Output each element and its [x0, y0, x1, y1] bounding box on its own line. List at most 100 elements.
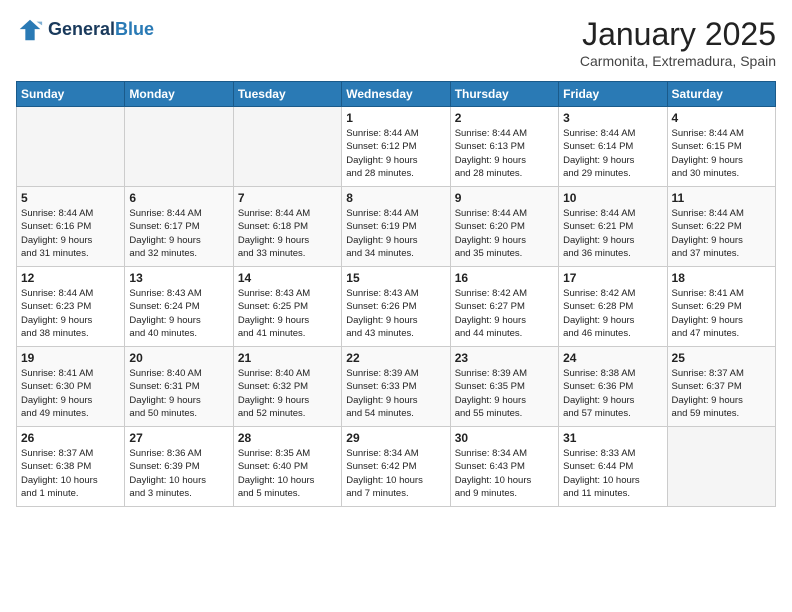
calendar-table: SundayMondayTuesdayWednesdayThursdayFrid…: [16, 81, 776, 507]
day-number: 1: [346, 111, 445, 125]
logo: GeneralBlue: [16, 16, 154, 44]
day-info: Sunrise: 8:33 AM Sunset: 6:44 PM Dayligh…: [563, 447, 662, 500]
day-number: 13: [129, 271, 228, 285]
calendar-cell: 27 Sunrise: 8:36 AM Sunset: 6:39 PM Dayli…: [125, 427, 233, 507]
day-info: Sunrise: 8:34 AM Sunset: 6:43 PM Dayligh…: [455, 447, 554, 500]
day-info: Sunrise: 8:44 AM Sunset: 6:20 PM Dayligh…: [455, 207, 554, 260]
day-info: Sunrise: 8:36 AM Sunset: 6:39 PM Dayligh…: [129, 447, 228, 500]
calendar-week-5: 26 Sunrise: 8:37 AM Sunset: 6:38 PM Dayli…: [17, 427, 776, 507]
calendar-cell: 20Sunrise: 8:40 AM Sunset: 6:31 PM Dayli…: [125, 347, 233, 427]
col-header-sunday: Sunday: [17, 82, 125, 107]
day-info: Sunrise: 8:44 AM Sunset: 6:16 PM Dayligh…: [21, 207, 120, 260]
day-info: Sunrise: 8:35 AM Sunset: 6:40 PM Dayligh…: [238, 447, 337, 500]
day-number: 25: [672, 351, 771, 365]
calendar-week-3: 12 Sunrise: 8:44 AM Sunset: 6:23 PM Dayli…: [17, 267, 776, 347]
day-info: Sunrise: 8:44 AM Sunset: 6:23 PM Dayligh…: [21, 287, 120, 340]
day-number: 27: [129, 431, 228, 445]
day-number: 29: [346, 431, 445, 445]
day-number: 11: [672, 191, 771, 205]
calendar-cell: 23Sunrise: 8:39 AM Sunset: 6:35 PM Dayli…: [450, 347, 558, 427]
day-number: 16: [455, 271, 554, 285]
calendar-cell: 28 Sunrise: 8:35 AM Sunset: 6:40 PM Dayli…: [233, 427, 341, 507]
day-number: 6: [129, 191, 228, 205]
calendar-cell: [125, 107, 233, 187]
calendar-cell: 5 Sunrise: 8:44 AM Sunset: 6:16 PM Daylig…: [17, 187, 125, 267]
title-block: January 2025 Carmonita, Extremadura, Spa…: [580, 16, 776, 69]
day-number: 8: [346, 191, 445, 205]
calendar-cell: 31 Sunrise: 8:33 AM Sunset: 6:44 PM Dayli…: [559, 427, 667, 507]
day-number: 21: [238, 351, 337, 365]
day-number: 10: [563, 191, 662, 205]
day-number: 5: [21, 191, 120, 205]
day-info: Sunrise: 8:44 AM Sunset: 6:17 PM Dayligh…: [129, 207, 228, 260]
col-header-tuesday: Tuesday: [233, 82, 341, 107]
day-info: Sunrise: 8:38 AM Sunset: 6:36 PM Dayligh…: [563, 367, 662, 420]
day-number: 17: [563, 271, 662, 285]
day-number: 2: [455, 111, 554, 125]
day-number: 26: [21, 431, 120, 445]
day-number: 31: [563, 431, 662, 445]
day-info: Sunrise: 8:44 AM Sunset: 6:21 PM Dayligh…: [563, 207, 662, 260]
day-info: Sunrise: 8:42 AM Sunset: 6:27 PM Dayligh…: [455, 287, 554, 340]
calendar-cell: 10 Sunrise: 8:44 AM Sunset: 6:21 PM Dayli…: [559, 187, 667, 267]
calendar-cell: 4 Sunrise: 8:44 AM Sunset: 6:15 PM Daylig…: [667, 107, 775, 187]
day-number: 24: [563, 351, 662, 365]
day-info: Sunrise: 8:44 AM Sunset: 6:14 PM Dayligh…: [563, 127, 662, 180]
day-number: 15: [346, 271, 445, 285]
calendar-cell: 15 Sunrise: 8:43 AM Sunset: 6:26 PM Dayli…: [342, 267, 450, 347]
day-info: Sunrise: 8:37 AM Sunset: 6:38 PM Dayligh…: [21, 447, 120, 500]
calendar-week-4: 19 Sunrise: 8:41 AM Sunset: 6:30 PM Dayli…: [17, 347, 776, 427]
calendar-cell: 12 Sunrise: 8:44 AM Sunset: 6:23 PM Dayli…: [17, 267, 125, 347]
day-info: Sunrise: 8:41 AM Sunset: 6:30 PM Dayligh…: [21, 367, 120, 420]
col-header-thursday: Thursday: [450, 82, 558, 107]
calendar-week-2: 5 Sunrise: 8:44 AM Sunset: 6:16 PM Daylig…: [17, 187, 776, 267]
day-number: 30: [455, 431, 554, 445]
logo-text: GeneralBlue: [48, 20, 154, 40]
day-number: 12: [21, 271, 120, 285]
calendar-cell: 29 Sunrise: 8:34 AM Sunset: 6:42 PM Dayli…: [342, 427, 450, 507]
calendar-cell: 30 Sunrise: 8:34 AM Sunset: 6:43 PM Dayli…: [450, 427, 558, 507]
calendar-cell: [667, 427, 775, 507]
calendar-cell: 14Sunrise: 8:43 AM Sunset: 6:25 PM Dayli…: [233, 267, 341, 347]
calendar-body: 1 Sunrise: 8:44 AM Sunset: 6:12 PM Daylig…: [17, 107, 776, 507]
calendar-cell: 21Sunrise: 8:40 AM Sunset: 6:32 PM Dayli…: [233, 347, 341, 427]
day-number: 28: [238, 431, 337, 445]
calendar-cell: 16 Sunrise: 8:42 AM Sunset: 6:27 PM Dayli…: [450, 267, 558, 347]
day-number: 22: [346, 351, 445, 365]
col-header-saturday: Saturday: [667, 82, 775, 107]
calendar-cell: 6 Sunrise: 8:44 AM Sunset: 6:17 PM Daylig…: [125, 187, 233, 267]
day-number: 23: [455, 351, 554, 365]
day-info: Sunrise: 8:40 AM Sunset: 6:31 PM Dayligh…: [129, 367, 228, 420]
day-number: 7: [238, 191, 337, 205]
calendar-cell: 2 Sunrise: 8:44 AM Sunset: 6:13 PM Daylig…: [450, 107, 558, 187]
day-info: Sunrise: 8:44 AM Sunset: 6:22 PM Dayligh…: [672, 207, 771, 260]
calendar-cell: 7 Sunrise: 8:44 AM Sunset: 6:18 PM Daylig…: [233, 187, 341, 267]
col-header-wednesday: Wednesday: [342, 82, 450, 107]
day-info: Sunrise: 8:44 AM Sunset: 6:13 PM Dayligh…: [455, 127, 554, 180]
calendar-cell: 26 Sunrise: 8:37 AM Sunset: 6:38 PM Dayli…: [17, 427, 125, 507]
day-info: Sunrise: 8:34 AM Sunset: 6:42 PM Dayligh…: [346, 447, 445, 500]
calendar-cell: [233, 107, 341, 187]
calendar-week-1: 1 Sunrise: 8:44 AM Sunset: 6:12 PM Daylig…: [17, 107, 776, 187]
day-info: Sunrise: 8:43 AM Sunset: 6:26 PM Dayligh…: [346, 287, 445, 340]
calendar-cell: 22Sunrise: 8:39 AM Sunset: 6:33 PM Dayli…: [342, 347, 450, 427]
calendar-cell: 13 Sunrise: 8:43 AM Sunset: 6:24 PM Dayli…: [125, 267, 233, 347]
day-info: Sunrise: 8:44 AM Sunset: 6:15 PM Dayligh…: [672, 127, 771, 180]
calendar-cell: [17, 107, 125, 187]
day-info: Sunrise: 8:43 AM Sunset: 6:24 PM Dayligh…: [129, 287, 228, 340]
calendar-cell: 11 Sunrise: 8:44 AM Sunset: 6:22 PM Dayli…: [667, 187, 775, 267]
day-info: Sunrise: 8:37 AM Sunset: 6:37 PM Dayligh…: [672, 367, 771, 420]
day-info: Sunrise: 8:44 AM Sunset: 6:18 PM Dayligh…: [238, 207, 337, 260]
day-number: 4: [672, 111, 771, 125]
month-title: January 2025: [580, 16, 776, 53]
day-number: 3: [563, 111, 662, 125]
day-number: 19: [21, 351, 120, 365]
calendar-cell: 8Sunrise: 8:44 AM Sunset: 6:19 PM Daylig…: [342, 187, 450, 267]
calendar-header-row: SundayMondayTuesdayWednesdayThursdayFrid…: [17, 82, 776, 107]
day-number: 14: [238, 271, 337, 285]
day-info: Sunrise: 8:42 AM Sunset: 6:28 PM Dayligh…: [563, 287, 662, 340]
location: Carmonita, Extremadura, Spain: [580, 53, 776, 69]
calendar-cell: 25 Sunrise: 8:37 AM Sunset: 6:37 PM Dayli…: [667, 347, 775, 427]
day-info: Sunrise: 8:44 AM Sunset: 6:12 PM Dayligh…: [346, 127, 445, 180]
day-info: Sunrise: 8:41 AM Sunset: 6:29 PM Dayligh…: [672, 287, 771, 340]
